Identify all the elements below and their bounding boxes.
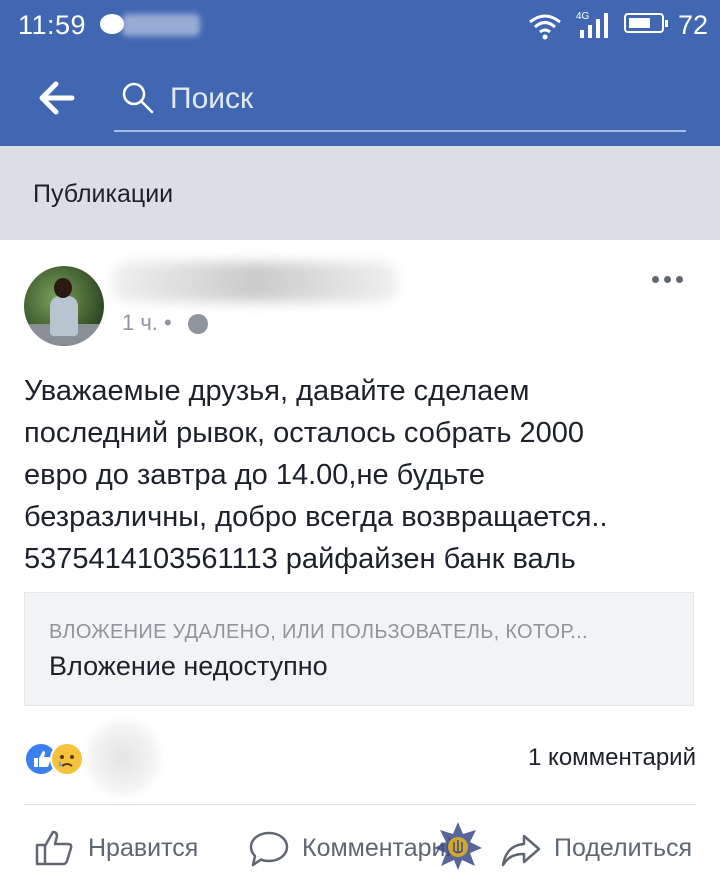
back-button[interactable] [36,78,76,118]
comment-icon [249,831,289,867]
network-label: 4G [576,11,590,22]
status-bar: 11:59 4G 72 [0,0,720,52]
battery-fill [629,18,650,28]
section-header: Публикации [0,146,720,240]
comments-count-link[interactable]: 1 комментарий [528,744,696,772]
thumbs-up-icon [35,830,73,866]
share-label: Поделиться [554,834,693,862]
divider [24,804,696,805]
more-options-button[interactable] [648,268,688,288]
signal-icon: 4G [576,11,608,38]
share-icon [501,834,541,867]
app-header: 11:59 4G 72 [0,0,720,146]
search-bar[interactable] [114,72,686,132]
notification-blur [122,14,200,36]
like-label: Нравится [88,834,199,862]
avatar[interactable] [24,266,104,346]
section-title: Публикации [33,180,174,208]
arrow-left-icon [39,81,75,115]
attachment-notice: ВЛОЖЕНИЕ УДАЛЕНО, ИЛИ ПОЛЬЗОВАТЕЛЬ, КОТО… [49,621,588,643]
status-time: 11:59 [18,10,87,40]
share-button[interactable]: Поделиться [500,822,710,872]
police-badge-watermark [434,822,482,870]
battery-level: 72 [678,10,709,40]
globe-icon [188,314,208,334]
search-icon [122,82,154,114]
attachment-title: Вложение недоступно [49,651,328,681]
post-text: Уважаемые друзья, давайте сделаем послед… [24,375,608,575]
attachment-card[interactable]: ВЛОЖЕНИЕ УДАЛЕНО, ИЛИ ПОЛЬЗОВАТЕЛЬ, КОТО… [24,592,694,706]
battery-icon [624,13,668,33]
sad-reaction-icon[interactable] [50,742,84,776]
wifi-icon [529,14,561,40]
like-button[interactable]: Нравится [34,822,214,872]
search-input[interactable] [168,78,672,120]
chat-icon [100,14,124,34]
author-name-blurred[interactable] [112,262,398,302]
post-timestamp: 1 ч. • [122,310,172,335]
reactors-blurred [86,720,160,796]
